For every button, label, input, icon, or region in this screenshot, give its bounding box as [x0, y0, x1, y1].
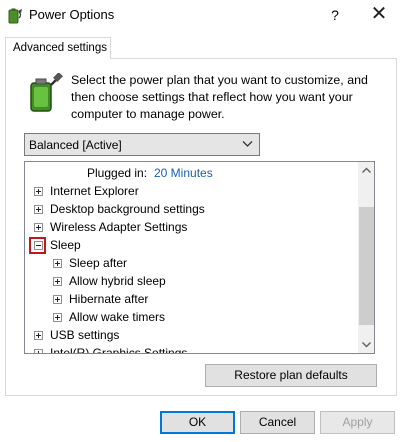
restore-plan-defaults-button[interactable]: Restore plan defaults	[205, 364, 377, 387]
tree-item-internet-explorer[interactable]: Internet Explorer	[25, 182, 358, 200]
tree-item-usb-settings[interactable]: USB settings	[25, 326, 358, 344]
expand-plus-icon[interactable]	[34, 223, 43, 232]
scrollbar-thumb[interactable]	[359, 207, 374, 325]
power-plan-selected: Balanced [Active]	[29, 138, 122, 152]
cancel-button[interactable]: Cancel	[240, 411, 315, 434]
plugged-in-value[interactable]: 20 Minutes	[154, 164, 213, 182]
apply-button[interactable]: Apply	[320, 411, 395, 434]
tree-item-label: Intel(R) Graphics Settings	[50, 346, 188, 353]
expand-plus-icon[interactable]	[34, 349, 43, 353]
description-text: Select the power plan that you want to c…	[71, 73, 368, 121]
scroll-up-icon[interactable]	[358, 162, 375, 179]
tree-item-wireless-adapter[interactable]: Wireless Adapter Settings	[25, 218, 358, 236]
tree-item-label: USB settings	[50, 328, 120, 342]
ok-button[interactable]: OK	[160, 411, 235, 434]
tree-item-allow-wake-timers[interactable]: Allow wake timers	[25, 308, 358, 326]
tab-advanced-settings[interactable]: Advanced settings	[5, 37, 111, 59]
power-plan-dropdown[interactable]: Balanced [Active]	[24, 133, 260, 156]
tree-item-label: Wireless Adapter Settings	[50, 220, 188, 234]
tree-item-sleep-after[interactable]: Sleep after	[25, 254, 358, 272]
window-title: Power Options	[29, 7, 115, 22]
tree-item-label: Sleep	[50, 238, 81, 252]
power-options-icon	[8, 8, 22, 24]
expand-plus-icon[interactable]	[34, 205, 43, 214]
tree-item-desktop-background[interactable]: Desktop background settings	[25, 200, 358, 218]
sleep-expander-highlight	[29, 237, 46, 254]
tree-item-label: Allow hybrid sleep	[69, 274, 166, 288]
expand-plus-icon[interactable]	[53, 259, 62, 268]
plugged-in-label: Plugged in:	[87, 166, 148, 180]
battery-plug-icon	[30, 73, 63, 112]
tree-item-label: Hibernate after	[69, 292, 149, 306]
plugged-in-row[interactable]: Plugged in: 20 Minutes	[25, 164, 358, 182]
settings-tree[interactable]: Plugged in: 20 Minutes Internet Explorer…	[24, 161, 375, 354]
title-bar: Power Options ? ✕	[0, 0, 402, 30]
scroll-down-icon[interactable]	[358, 336, 375, 353]
tree-scrollbar[interactable]	[358, 162, 375, 353]
tree-item-label: Sleep after	[69, 256, 128, 270]
chevron-down-icon	[242, 141, 253, 147]
expand-plus-icon[interactable]	[53, 277, 62, 286]
tree-item-sleep[interactable]: Sleep	[25, 236, 358, 254]
tree-item-label: Internet Explorer	[50, 184, 139, 198]
expand-plus-icon[interactable]	[53, 295, 62, 304]
close-button[interactable]: ✕	[362, 3, 396, 27]
settings-tree-viewport: Plugged in: 20 Minutes Internet Explorer…	[25, 162, 358, 353]
tree-item-label: Desktop background settings	[50, 202, 205, 216]
tree-item-allow-hybrid-sleep[interactable]: Allow hybrid sleep	[25, 272, 358, 290]
tree-item-label: Allow wake timers	[69, 310, 166, 324]
tree-item-hibernate-after[interactable]: Hibernate after	[25, 290, 358, 308]
tree-item-intel-graphics[interactable]: Intel(R) Graphics Settings	[25, 344, 358, 353]
expand-plus-icon[interactable]	[34, 187, 43, 196]
help-button[interactable]: ?	[318, 3, 352, 27]
expand-plus-icon[interactable]	[53, 313, 62, 322]
expand-plus-icon[interactable]	[34, 331, 43, 340]
